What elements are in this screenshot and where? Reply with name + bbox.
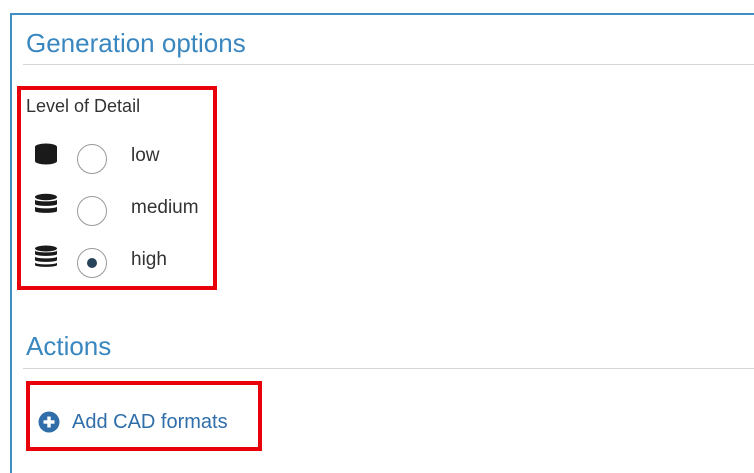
- add-cad-formats-label: Add CAD formats: [72, 410, 228, 433]
- lod-option-high[interactable]: high: [0, 242, 220, 282]
- lod-option-medium[interactable]: medium: [0, 190, 220, 230]
- actions-title: Actions: [26, 331, 112, 361]
- database-low-icon: [35, 143, 57, 165]
- level-of-detail-label: Level of Detail: [26, 96, 141, 116]
- lod-option-label: low: [131, 145, 160, 166]
- lod-option-label: medium: [131, 197, 199, 218]
- database-medium-icon: [35, 193, 57, 213]
- lod-radio-low[interactable]: [77, 144, 107, 174]
- lod-radio-medium[interactable]: [77, 196, 107, 226]
- lod-radio-high[interactable]: [77, 248, 107, 278]
- generation-options-title: Generation options: [26, 28, 246, 58]
- database-high-icon: [35, 245, 57, 267]
- lod-option-low[interactable]: low: [0, 138, 220, 178]
- section-divider: [23, 64, 754, 65]
- lod-option-label: high: [131, 249, 167, 270]
- add-cad-formats-button[interactable]: Add CAD formats: [38, 407, 228, 437]
- plus-circle-icon: [38, 411, 60, 433]
- section-divider: [23, 368, 754, 369]
